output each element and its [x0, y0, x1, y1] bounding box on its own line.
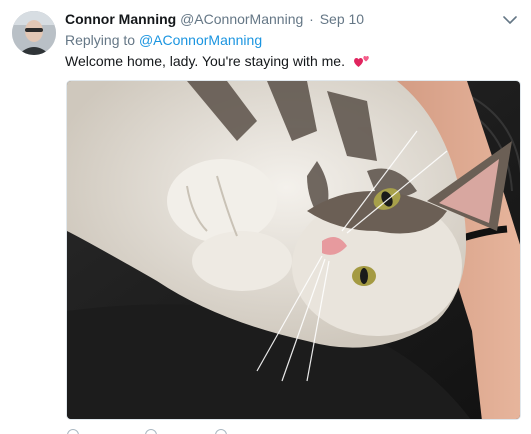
reply-icon[interactable] [67, 429, 79, 434]
author-handle[interactable]: @AConnorManning [180, 11, 303, 27]
tweet-actions [65, 427, 365, 434]
tweet-card[interactable]: Connor Manning @AConnorManning · Sep 10 … [0, 0, 531, 434]
tweet-container: Connor Manning @AConnorManning · Sep 10 … [0, 0, 531, 434]
like-icon[interactable] [215, 429, 227, 434]
avatar-image [12, 11, 56, 55]
tweet-text-content: Welcome home, lady. You're staying with … [65, 53, 345, 69]
tweet-timestamp[interactable]: Sep 10 [320, 11, 364, 27]
reply-prefix: Replying to [65, 32, 136, 48]
reply-handle-link[interactable]: @AConnorManning [139, 32, 262, 48]
retweet-icon[interactable] [145, 429, 157, 434]
separator-dot: · [309, 11, 314, 27]
avatar[interactable] [12, 11, 56, 55]
cat-photo-image [67, 81, 520, 419]
two-hearts-emoji-icon [353, 56, 369, 67]
tweet-photo[interactable] [66, 80, 521, 420]
tweet-text: Welcome home, lady. You're staying with … [65, 51, 371, 71]
reply-context: Replying to @AConnorManning [65, 31, 262, 49]
chevron-down-icon[interactable] [502, 12, 518, 28]
tweet-header: Connor Manning @AConnorManning · Sep 10 [65, 10, 364, 28]
author-name[interactable]: Connor Manning [65, 11, 176, 27]
